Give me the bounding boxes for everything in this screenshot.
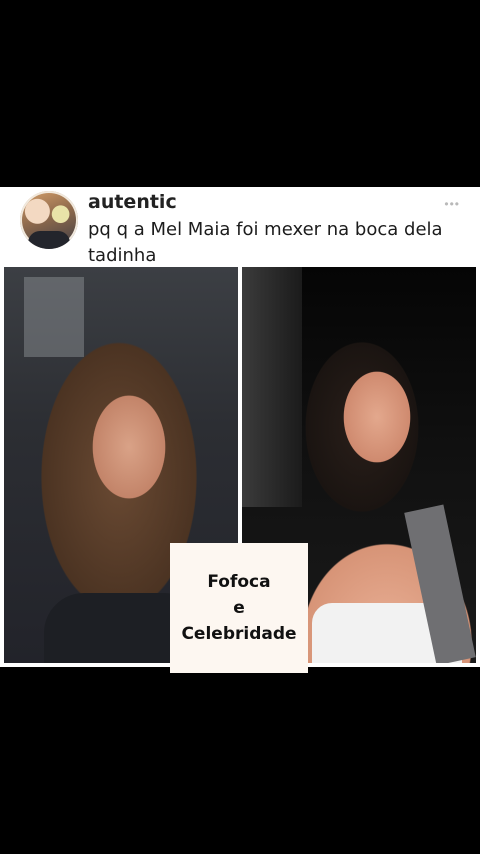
more-options-icon[interactable]: ••• [444,197,460,211]
watermark-line-1: Fofoca [207,572,271,592]
watermark-line-2: e [233,598,245,618]
watermark-label: Fofoca e Celebridade [170,543,308,673]
avatar-figure [28,231,70,249]
post-text: pq q a Mel Maia foi mexer na boca dela t… [88,219,443,266]
background-window [24,277,84,357]
background-curtain [242,267,302,507]
watermark-line-3: Celebridade [181,624,297,644]
username[interactable]: autentic [88,191,177,213]
avatar[interactable] [20,191,78,249]
